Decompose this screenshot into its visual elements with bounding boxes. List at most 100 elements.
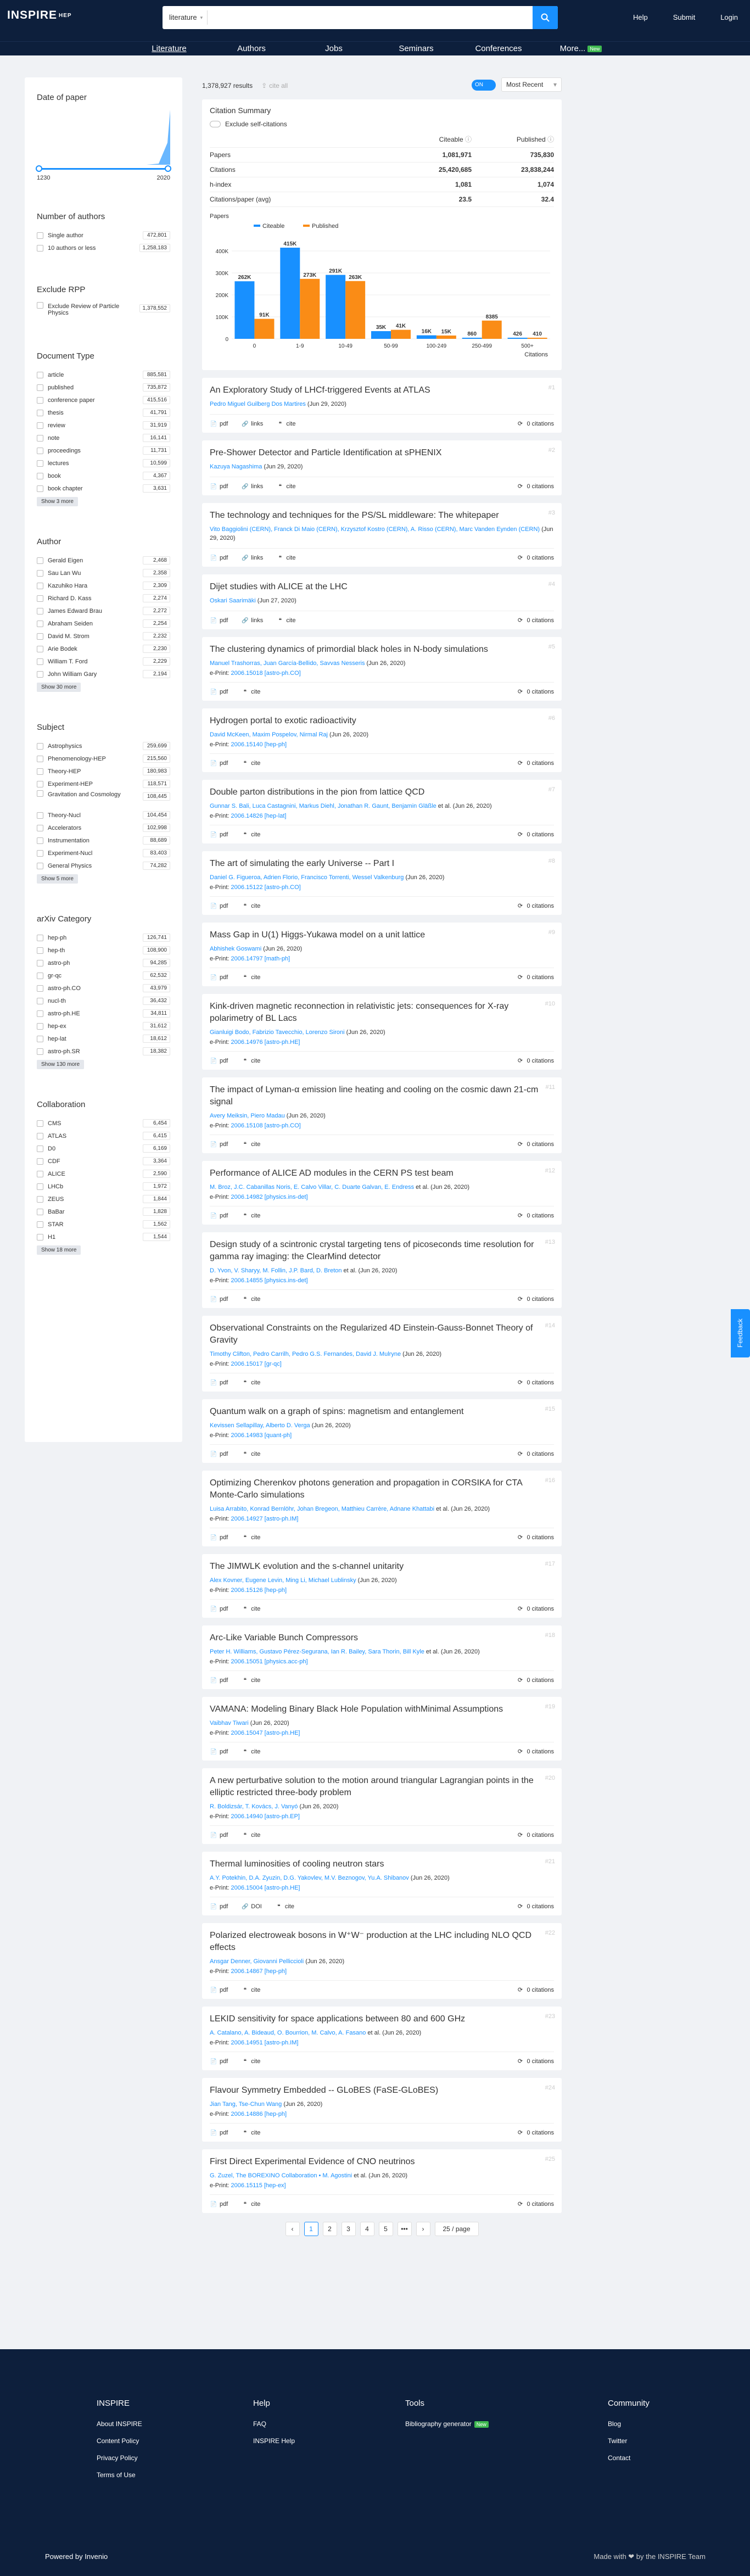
cite-button[interactable]: ❝ cite xyxy=(241,1141,261,1148)
eprint-link[interactable]: 2006.14983 [quant-ph] xyxy=(231,1432,292,1439)
authors-link[interactable]: Jian Tang, Tse-Chun Wang xyxy=(210,2101,282,2108)
cite-button[interactable]: ❝ cite xyxy=(241,1606,261,1612)
record-title[interactable]: First Direct Experimental Evidence of CN… xyxy=(210,2156,554,2168)
nav-conferences[interactable]: Conferences xyxy=(457,42,540,55)
authors-link[interactable]: A.Y. Potekhin, D.A. Zyuzin, D.G. Yakovle… xyxy=(210,1875,409,1881)
record-title[interactable]: Flavour Symmetry Embedded -- GLoBES (FaS… xyxy=(210,2085,554,2097)
toggle-switch-icon[interactable] xyxy=(210,121,221,127)
citations-count[interactable]: ⟳ 0 citations xyxy=(516,2058,554,2065)
citation-summary-toggle[interactable]: ON xyxy=(472,80,496,91)
page-4[interactable]: 4 xyxy=(360,2222,374,2236)
facet-item[interactable]: book 4,367 xyxy=(37,470,170,482)
facet-item[interactable]: John William Gary 2,194 xyxy=(37,668,170,680)
show-more-button[interactable]: Show 130 more xyxy=(37,1060,85,1069)
eprint-link[interactable]: 2006.14886 [hep-ph] xyxy=(231,2111,287,2117)
cite-button[interactable]: ❝ cite xyxy=(241,2201,261,2208)
facet-checkbox[interactable] xyxy=(37,1221,43,1228)
record-title[interactable]: Dijet studies with ALICE at the LHC xyxy=(210,581,554,593)
date-slider-handle-from[interactable] xyxy=(36,165,42,172)
sort-select[interactable]: Most Recent ▾ xyxy=(501,77,562,92)
citations-count[interactable]: ⟳ 0 citations xyxy=(516,1903,554,1910)
cite-button[interactable]: ❝ cite xyxy=(276,483,296,490)
authors-link[interactable]: M. Broz, J.C. Cabanillas Noris, E. Calvo… xyxy=(210,1184,414,1191)
show-more-button[interactable]: Show 5 more xyxy=(37,874,78,884)
facet-item[interactable]: Sau Lan Wu 2,358 xyxy=(37,567,170,579)
facet-checkbox[interactable] xyxy=(37,812,43,819)
per-page-select[interactable]: 25 / page xyxy=(434,2222,479,2236)
authors-link[interactable]: G. Zuzel, The BOREXINO Collaboration • M… xyxy=(210,2172,352,2179)
pdf-button[interactable]: 📄 pdf xyxy=(210,903,228,909)
facet-item[interactable]: published 735,872 xyxy=(37,381,170,394)
facet-item[interactable]: Arie Bodek 2,230 xyxy=(37,642,170,655)
pdf-button[interactable]: 📄 pdf xyxy=(210,1212,228,1219)
authors-link[interactable]: David McKeen, Maxim Pospelov, Nirmal Raj xyxy=(210,731,328,738)
top-link-login[interactable]: Login xyxy=(720,13,738,21)
facet-item[interactable]: hep-ph 126,741 xyxy=(37,931,170,944)
authors-link[interactable]: Avery Meiksin, Piero Madau xyxy=(210,1113,285,1119)
cite-button[interactable]: ❝ cite xyxy=(241,1534,261,1541)
facet-checkbox[interactable] xyxy=(37,371,43,378)
cite-button[interactable]: ❝ cite xyxy=(241,903,261,909)
cite-button[interactable]: ❝ cite xyxy=(241,1212,261,1219)
facet-checkbox[interactable] xyxy=(37,755,43,762)
citations-count[interactable]: ⟳ 0 citations xyxy=(516,1986,554,1994)
facet-checkbox[interactable] xyxy=(37,607,43,614)
cite-button[interactable]: ❝ cite xyxy=(241,974,261,981)
cite-button[interactable]: ❝ cite xyxy=(276,421,296,427)
facet-item[interactable]: Accelerators 102,998 xyxy=(37,822,170,834)
facet-item[interactable]: ALICE 2,590 xyxy=(37,1167,170,1180)
citations-count[interactable]: ⟳ 0 citations xyxy=(516,1057,554,1065)
facet-item[interactable]: nucl-th 36,432 xyxy=(37,994,170,1007)
pdf-button[interactable]: 📄 pdf xyxy=(210,689,228,695)
cite-button[interactable]: ❝ cite xyxy=(241,1058,261,1064)
cite-button[interactable]: ❝ cite xyxy=(241,1832,261,1839)
record-title[interactable]: Mass Gap in U(1) Higgs-Yukawa model on a… xyxy=(210,929,554,941)
top-link-submit[interactable]: Submit xyxy=(673,13,695,21)
authors-link[interactable]: Luisa Arrabito, Konrad Bernlöhr, Johan B… xyxy=(210,1506,434,1512)
facet-item[interactable]: 10 authors or less 1,258,183 xyxy=(37,242,170,254)
record-title[interactable]: The impact of Lyman-α emission line heat… xyxy=(210,1084,554,1108)
record-title[interactable]: Hydrogen portal to exotic radioactivity xyxy=(210,715,554,727)
facet-checkbox[interactable] xyxy=(37,824,43,831)
facet-checkbox[interactable] xyxy=(37,985,43,992)
facet-checkbox[interactable] xyxy=(37,780,43,787)
eprint-link[interactable]: 2006.14867 [hep-ph] xyxy=(231,1968,287,1975)
footer-link[interactable]: Privacy Policy xyxy=(97,2454,142,2462)
pdf-button[interactable]: 📄 pdf xyxy=(210,1987,228,1993)
pdf-button[interactable]: 📄 pdf xyxy=(210,1534,228,1541)
eprint-link[interactable]: 2006.15004 [astro-ph.HE] xyxy=(231,1885,300,1891)
eprint-link[interactable]: 2006.15051 [physics.acc-ph] xyxy=(231,1658,308,1665)
facet-checkbox[interactable] xyxy=(37,1132,43,1139)
links-button[interactable]: 🔗 links xyxy=(241,421,263,427)
citations-count[interactable]: ⟳ 0 citations xyxy=(516,1831,554,1839)
authors-link[interactable]: Kevissen Sellapillay, Alberto D. Verga xyxy=(210,1422,310,1429)
facet-checkbox[interactable] xyxy=(37,972,43,979)
footer-link[interactable]: Blog xyxy=(608,2420,650,2428)
authors-link[interactable]: Vito Baggiolini (CERN), Franck Di Maio (… xyxy=(210,526,540,533)
cite-button[interactable]: ❝ cite xyxy=(241,1451,261,1457)
facet-checkbox[interactable] xyxy=(37,396,43,404)
page-2[interactable]: 2 xyxy=(322,2222,337,2236)
facet-checkbox[interactable] xyxy=(37,447,43,454)
facet-item[interactable]: ATLAS 6,415 xyxy=(37,1130,170,1142)
exclude-self-citations[interactable]: Exclude self-citations xyxy=(210,120,554,128)
facet-checkbox[interactable] xyxy=(37,1158,43,1165)
facet-item[interactable]: D0 6,169 xyxy=(37,1142,170,1155)
eprint-link[interactable]: 2006.15126 [hep-ph] xyxy=(231,1587,287,1594)
facet-item[interactable]: LHCb 1,972 xyxy=(37,1180,170,1193)
pdf-button[interactable]: 📄 pdf xyxy=(210,1832,228,1839)
footer-link[interactable]: About INSPIRE xyxy=(97,2420,142,2428)
facet-item[interactable]: conference paper 415,516 xyxy=(37,394,170,406)
facet-checkbox[interactable] xyxy=(37,1120,43,1127)
record-title[interactable]: LEKID sensitivity for space applications… xyxy=(210,2013,554,2025)
facet-item[interactable]: Exclude Review of Particle Physics 1,378,… xyxy=(37,302,170,321)
cite-button[interactable]: ❝ cite xyxy=(241,1748,261,1755)
doi-button[interactable]: 🔗 DOI xyxy=(241,1903,262,1910)
facet-item[interactable]: BaBar 1,828 xyxy=(37,1205,170,1218)
facet-item[interactable]: note 16,141 xyxy=(37,432,170,444)
search-input[interactable] xyxy=(208,13,533,22)
facet-item[interactable]: Experiment-HEP 118,571 xyxy=(37,778,170,790)
footer-link[interactable]: INSPIRE Help xyxy=(253,2437,295,2445)
facet-checkbox[interactable] xyxy=(37,670,43,678)
facet-checkbox[interactable] xyxy=(37,1170,43,1177)
